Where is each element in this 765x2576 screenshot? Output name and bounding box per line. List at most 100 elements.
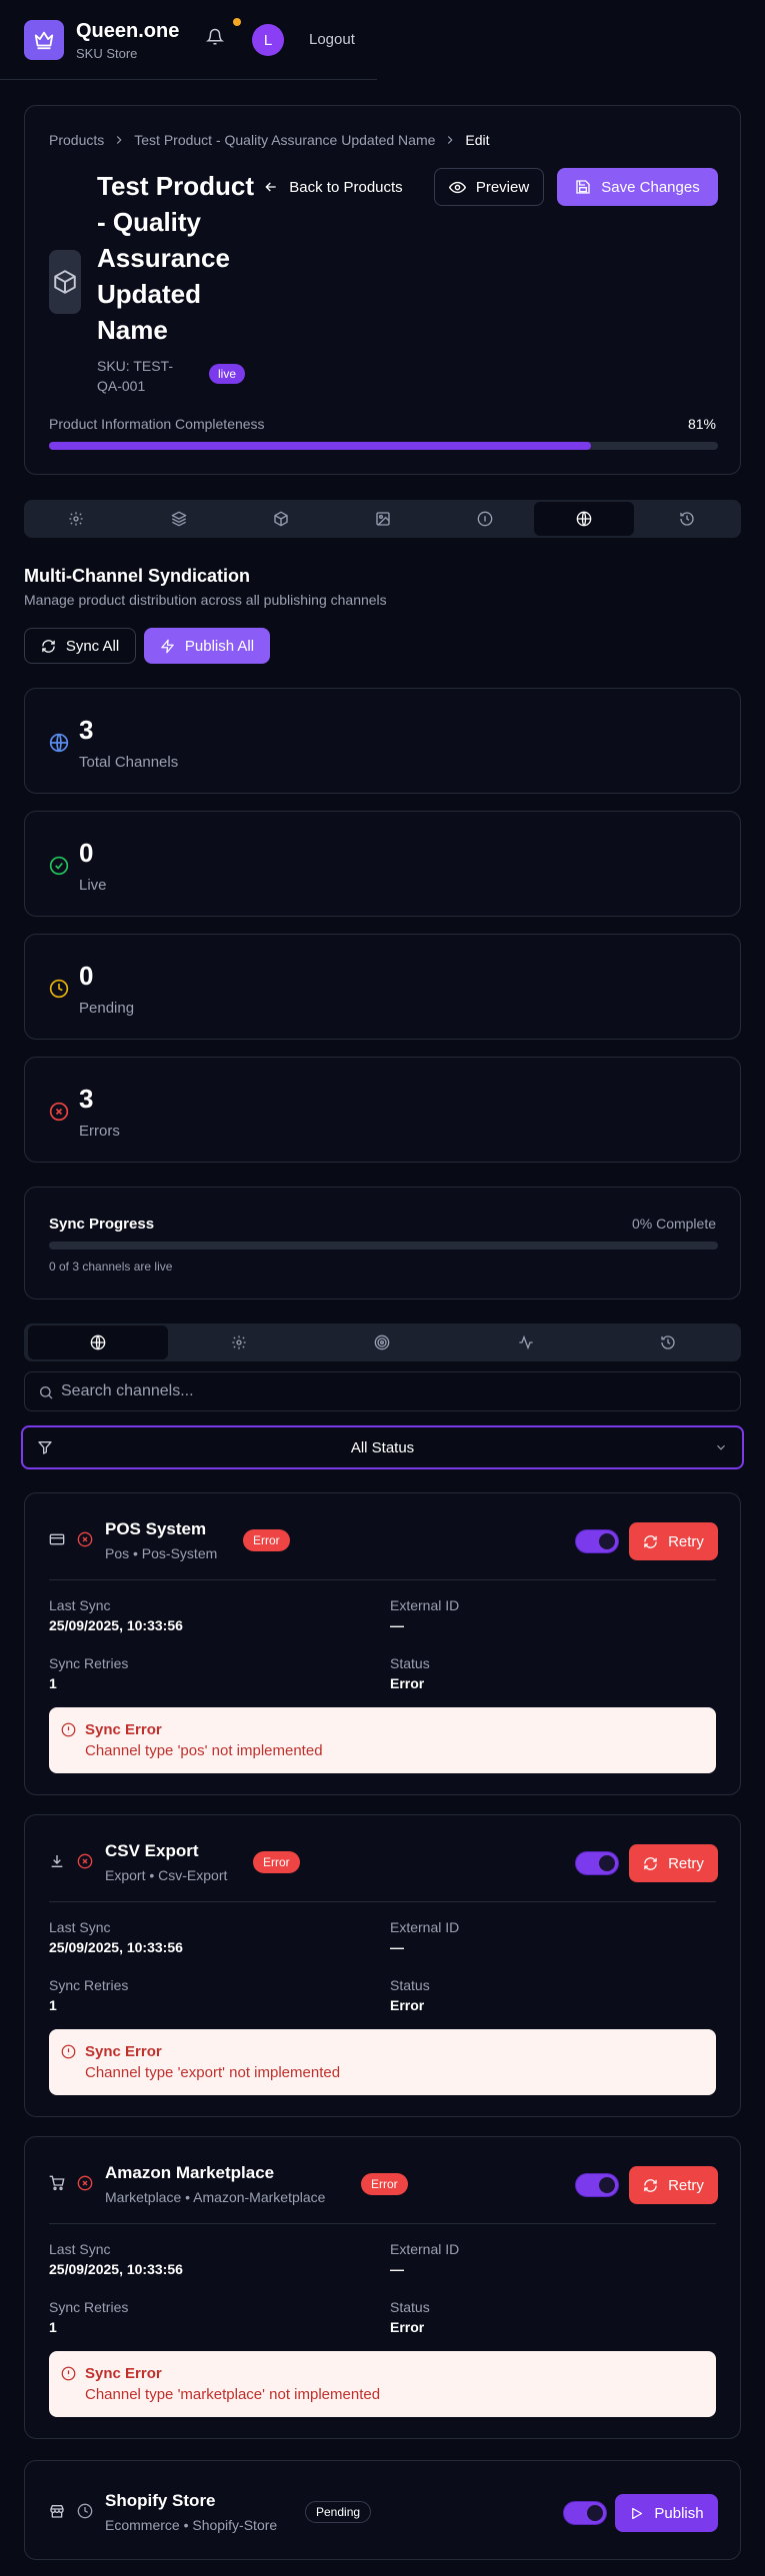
title-line: Test Product bbox=[97, 171, 254, 201]
stat-label: Total Channels bbox=[79, 754, 179, 771]
tab-channel-settings[interactable] bbox=[168, 1325, 310, 1359]
channel-meta: Export • Csv-Export bbox=[105, 1867, 228, 1883]
back-to-products-button[interactable]: Back to Products bbox=[251, 168, 415, 206]
tab-info[interactable] bbox=[434, 502, 536, 536]
publish-all-button[interactable]: Publish All bbox=[144, 628, 270, 664]
image-icon bbox=[376, 512, 390, 526]
retry-button[interactable]: Retry bbox=[629, 1522, 718, 1560]
eye-icon bbox=[448, 181, 466, 193]
sync-progress-card: Sync Progress 0% Complete 0 of 3 channel… bbox=[24, 1187, 741, 1299]
error-title: Sync Error bbox=[85, 1721, 162, 1738]
section-title: Multi-Channel Syndication bbox=[24, 566, 251, 586]
channel-toggle[interactable] bbox=[575, 1851, 619, 1875]
external-id-value: — bbox=[390, 2261, 404, 2277]
external-id-label: External ID bbox=[390, 1919, 460, 1935]
channel-status-badge: Error bbox=[253, 1851, 300, 1873]
preview-button[interactable]: Preview bbox=[434, 168, 544, 206]
filter-value: All Status bbox=[350, 1439, 415, 1456]
channel-name: CSV Export bbox=[105, 1841, 199, 1860]
retry-button[interactable]: Retry bbox=[629, 1844, 718, 1882]
back-label: Back to Products bbox=[289, 178, 403, 196]
sync-all-button[interactable]: Sync All bbox=[24, 628, 136, 664]
last-sync-value: 25/09/2025, 10:33:56 bbox=[49, 1617, 183, 1633]
search-field[interactable] bbox=[24, 1371, 741, 1411]
x-circle-icon bbox=[77, 1531, 93, 1547]
notification-dot bbox=[233, 18, 241, 26]
tab-channels[interactable] bbox=[28, 1325, 168, 1359]
x-circle-icon bbox=[77, 1853, 93, 1869]
publish-all-label: Publish All bbox=[184, 637, 255, 655]
divider bbox=[49, 2223, 716, 2224]
last-sync-value: 25/09/2025, 10:33:56 bbox=[49, 2261, 183, 2277]
stat-card-errors: 3 Errors bbox=[24, 1057, 741, 1163]
retry-button[interactable]: Retry bbox=[629, 2166, 718, 2204]
x-circle-icon bbox=[77, 2175, 93, 2191]
search-icon bbox=[40, 1386, 53, 1399]
channel-card-shopify: Shopify Store Ecommerce • Shopify-Store … bbox=[24, 2460, 741, 2560]
sync-progress-percent: 0% Complete bbox=[631, 1216, 716, 1232]
channel-view-tabs bbox=[24, 1323, 741, 1361]
stat-card-total: 3 Total Channels bbox=[24, 688, 741, 794]
breadcrumb-products[interactable]: Products bbox=[49, 132, 104, 148]
status-filter-select[interactable]: All Status bbox=[21, 1425, 744, 1469]
gear-icon bbox=[69, 512, 83, 526]
sync-retries-value: 1 bbox=[49, 1997, 57, 2013]
tab-layers[interactable] bbox=[128, 502, 230, 536]
refresh-icon bbox=[644, 1534, 657, 1548]
channel-meta: Pos • Pos-System bbox=[105, 1545, 218, 1561]
app-header: Queen.one SKU Store L Logout bbox=[0, 0, 377, 80]
play-icon bbox=[632, 2507, 643, 2519]
shopping-cart-icon bbox=[49, 2175, 65, 2190]
channel-toggle[interactable] bbox=[575, 1529, 619, 1553]
tab-inventory[interactable] bbox=[230, 502, 332, 536]
tab-history[interactable] bbox=[636, 502, 738, 536]
channel-status-badge: Error bbox=[361, 2173, 408, 2195]
refresh-icon bbox=[644, 1856, 657, 1870]
external-id-label: External ID bbox=[390, 2241, 460, 2257]
tab-channel-history[interactable] bbox=[598, 1325, 738, 1359]
tab-media[interactable] bbox=[332, 502, 434, 536]
channel-toggle[interactable] bbox=[575, 2173, 619, 2197]
channel-meta: Marketplace • Amazon-Marketplace bbox=[105, 2189, 326, 2205]
publish-button[interactable]: Publish bbox=[615, 2494, 718, 2532]
notifications-button[interactable] bbox=[206, 18, 241, 52]
status-label: Status bbox=[390, 1977, 430, 1993]
globe-icon bbox=[576, 511, 592, 527]
product-title: Test Product - Quality Assurance Updated… bbox=[97, 168, 254, 348]
sync-error-box: Sync Error Channel type 'marketplace' no… bbox=[49, 2351, 716, 2417]
brand-logo[interactable] bbox=[24, 20, 64, 60]
status-value: Error bbox=[390, 2319, 425, 2335]
retry-label: Retry bbox=[668, 1532, 704, 1550]
history-icon bbox=[661, 1335, 675, 1349]
channel-toggle[interactable] bbox=[563, 2501, 607, 2525]
product-sku: SKU: TEST- QA-001 bbox=[97, 356, 173, 396]
error-message: Channel type 'pos' not implemented bbox=[85, 1742, 323, 1759]
channel-name: Amazon Marketplace bbox=[105, 2163, 275, 2182]
check-circle-icon bbox=[49, 856, 69, 876]
tab-settings[interactable] bbox=[26, 502, 126, 536]
globe-icon bbox=[49, 733, 69, 753]
search-input[interactable] bbox=[61, 1372, 721, 1410]
info-icon bbox=[477, 511, 493, 527]
tab-activity[interactable] bbox=[454, 1325, 598, 1359]
save-icon bbox=[576, 180, 590, 194]
completeness-bar bbox=[49, 442, 718, 450]
title-line: Name bbox=[97, 315, 168, 345]
avatar[interactable]: L bbox=[252, 24, 284, 56]
completeness-fill bbox=[49, 442, 591, 450]
completeness-value: 81% bbox=[687, 416, 716, 432]
save-changes-button[interactable]: Save Changes bbox=[557, 168, 718, 206]
credit-card-icon bbox=[49, 1533, 65, 1545]
store-icon bbox=[50, 2505, 64, 2518]
tab-syndication[interactable] bbox=[534, 502, 634, 536]
logout-button[interactable]: Logout bbox=[309, 31, 355, 48]
last-sync-label: Last Sync bbox=[49, 1597, 111, 1613]
globe-icon bbox=[90, 1334, 106, 1350]
tab-targets[interactable] bbox=[310, 1325, 454, 1359]
last-sync-label: Last Sync bbox=[49, 1919, 111, 1935]
sync-retries-label: Sync Retries bbox=[49, 1655, 129, 1671]
product-header-card: Products Test Product - Quality Assuranc… bbox=[24, 105, 741, 475]
refresh-icon bbox=[42, 639, 55, 653]
breadcrumb-product[interactable]: Test Product - Quality Assurance Updated… bbox=[134, 132, 435, 148]
breadcrumb: Products Test Product - Quality Assuranc… bbox=[49, 132, 490, 148]
